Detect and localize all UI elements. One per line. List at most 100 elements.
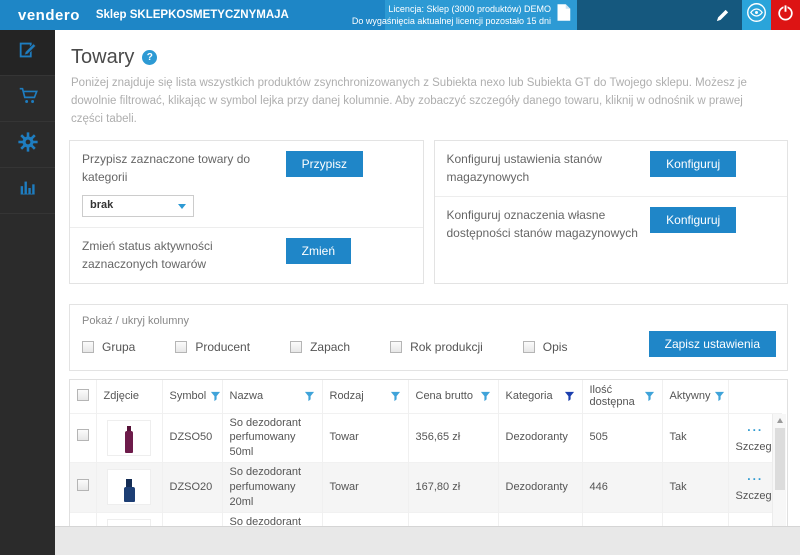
sidebar-item-bar-chart[interactable]	[0, 168, 55, 214]
help-icon[interactable]: ?	[142, 50, 157, 65]
column-header-symbol: Symbol	[162, 380, 222, 413]
cell-photo	[96, 463, 162, 513]
checkbox-label: Rok produkcji	[410, 340, 483, 354]
cell-active: Tak	[662, 413, 728, 463]
sidebar	[0, 30, 55, 555]
configure-availability-button[interactable]: Konfiguruj	[650, 207, 736, 233]
brand-area: vendero Sklep SKLEPKOSMETYCZNYMAJA	[0, 0, 385, 30]
row-checkbox[interactable]	[77, 429, 89, 441]
table-scrollbar[interactable]	[772, 414, 786, 527]
column-checkbox-0[interactable]: Grupa	[82, 340, 135, 354]
table-row: DZSO20So dezodorant perfumowany 20mlTowa…	[70, 463, 782, 513]
checkbox-icon	[523, 341, 535, 353]
column-checkbox-2[interactable]: Zapach	[290, 340, 350, 354]
cell-type: Towar	[322, 413, 408, 463]
column-checkbox-3[interactable]: Rok produkcji	[390, 340, 483, 354]
select-all-checkbox[interactable]	[77, 389, 89, 401]
column-header-label: Ilość dostępna	[590, 384, 640, 408]
filter-icon[interactable]	[304, 391, 315, 402]
page-description: Poniżej znajduje się lista wszystkich pr…	[71, 75, 761, 128]
cell-name: So dezodorant perfumowany 100ml	[222, 512, 322, 527]
availability-settings-label: Konfiguruj oznaczenia własne dostępności…	[447, 207, 651, 242]
table-row: DZSO…So dezodorant perfumowany 100mlTowa…	[70, 512, 782, 527]
license-line2: Do wygaśnięcia aktualnej licencji pozost…	[352, 15, 551, 27]
row-menu-icon[interactable]: ...	[747, 420, 763, 434]
checkbox-icon	[290, 341, 302, 353]
filter-icon[interactable]	[210, 391, 221, 402]
cell-price: 59,02 zł	[408, 512, 498, 527]
product-image	[108, 421, 150, 455]
cell-qty: 446	[582, 463, 662, 513]
row-menu-icon[interactable]: ...	[747, 469, 763, 483]
main-area: Towary ? Poniżej znajduje się lista wszy…	[55, 30, 800, 555]
change-status-button[interactable]: Zmień	[286, 238, 351, 264]
configure-stock-button[interactable]: Konfiguruj	[650, 151, 736, 177]
license-line1: Licencja: Sklep (3000 produktów) DEMO	[352, 3, 551, 15]
power-icon	[776, 3, 795, 27]
sidebar-item-cart[interactable]	[0, 76, 55, 122]
column-checkbox-4[interactable]: Opis	[523, 340, 568, 354]
details-link[interactable]: Szczegóły	[736, 440, 776, 455]
row-select-cell	[70, 463, 96, 513]
category-select[interactable]: brak	[82, 195, 194, 217]
details-link[interactable]: Szczegóły	[736, 489, 776, 504]
assign-category-label: Przypisz zaznaczone towary do kategorii	[82, 152, 250, 183]
column-header-label: Symbol	[170, 390, 207, 402]
cell-price: 167,80 zł	[408, 463, 498, 513]
filter-icon[interactable]	[644, 391, 655, 402]
column-header-label: Rodzaj	[330, 390, 364, 402]
cell-category: Dezodoranty	[498, 512, 582, 527]
eye-icon	[746, 2, 767, 28]
cell-active: Tak	[662, 512, 728, 527]
scrollbar-thumb[interactable]	[775, 428, 785, 490]
stock-settings-label: Konfiguruj ustawienia stanów magazynowyc…	[447, 151, 651, 186]
cell-name: So dezodorant perfumowany 50ml	[222, 413, 322, 463]
save-settings-button[interactable]: Zapisz ustawienia	[649, 331, 776, 357]
product-image	[108, 520, 150, 527]
edit-pencil-icon[interactable]	[715, 8, 730, 23]
filter-icon[interactable]	[564, 391, 575, 402]
sidebar-item-gear[interactable]	[0, 122, 55, 168]
cell-symbol: DZSO50	[162, 413, 222, 463]
cell-photo	[96, 413, 162, 463]
column-header-price: Cena brutto	[408, 380, 498, 413]
bottle-cap	[126, 479, 132, 487]
cell-photo	[96, 512, 162, 527]
cell-active: Tak	[662, 463, 728, 513]
checkbox-icon	[82, 341, 94, 353]
row-select-cell	[70, 413, 96, 463]
cart-icon	[17, 85, 39, 112]
column-header-label: Aktywny	[670, 390, 711, 402]
cell-price: 356,65 zł	[408, 413, 498, 463]
cell-qty: 505	[582, 413, 662, 463]
column-header-active: Aktywny	[662, 380, 728, 413]
column-header-name: Nazwa	[222, 380, 322, 413]
cell-type: Towar	[322, 512, 408, 527]
logout-button[interactable]	[771, 0, 800, 30]
top-bar: vendero Sklep SKLEPKOSMETYCZNYMAJA Licen…	[0, 0, 800, 30]
checkbox-label: Zapach	[310, 340, 350, 354]
chevron-down-icon	[178, 204, 186, 209]
assign-button[interactable]: Przypisz	[286, 151, 363, 177]
checkbox-label: Grupa	[102, 340, 135, 354]
vendero-logo: vendero	[18, 7, 80, 24]
bottle-body	[125, 431, 133, 453]
filter-icon[interactable]	[480, 391, 491, 402]
filter-icon[interactable]	[390, 391, 401, 402]
scroll-up-arrow[interactable]	[773, 414, 787, 427]
products-table-panel: ZdjęcieSymbolNazwaRodzajCena bruttoKateg…	[69, 379, 788, 527]
document-icon	[556, 3, 571, 27]
select-all-header-cell	[70, 380, 96, 413]
row-menu-icon[interactable]: ...	[747, 519, 763, 527]
product-image	[108, 470, 150, 504]
row-checkbox[interactable]	[77, 479, 89, 491]
preview-shop-button[interactable]	[742, 0, 771, 30]
column-header-label: Cena brutto	[416, 390, 473, 402]
cell-symbol: DZSO20	[162, 463, 222, 513]
column-header-type: Rodzaj	[322, 380, 408, 413]
page-title: Towary	[71, 46, 134, 69]
column-checkbox-1[interactable]: Producent	[175, 340, 250, 354]
filter-icon[interactable]	[714, 391, 725, 402]
sidebar-item-edit[interactable]	[0, 30, 55, 76]
change-status-label: Zmień status aktywności zaznaczonych tow…	[82, 238, 286, 273]
